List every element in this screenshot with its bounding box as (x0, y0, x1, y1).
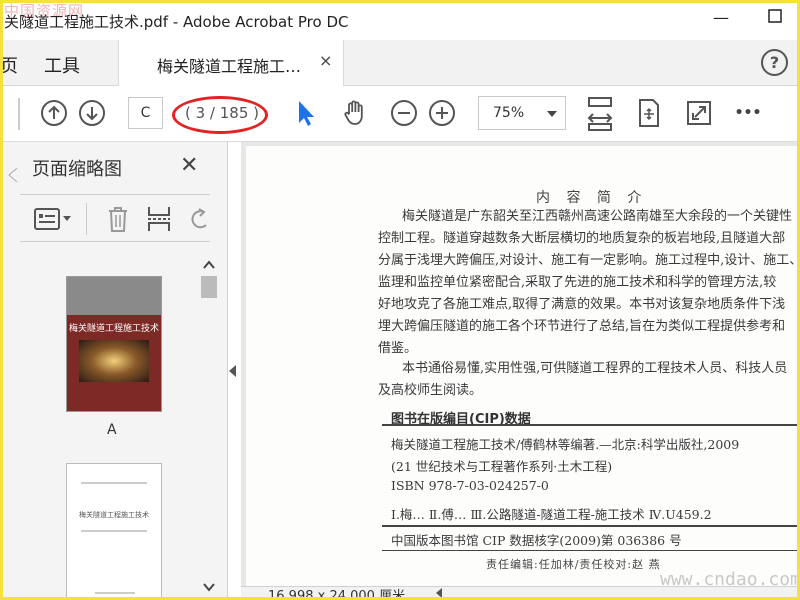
more-tools-button[interactable]: ••• (733, 98, 763, 128)
tab-tools[interactable]: 工具 (44, 52, 80, 78)
cursor-arrow-icon (299, 101, 314, 126)
page-thumbnail-2[interactable]: 梅关隧道工程施工技术 (66, 463, 162, 600)
next-page-button[interactable] (77, 98, 107, 128)
toolbar: ••• (0, 86, 800, 142)
pdf-page: 内 容 简 介 梅关隧道是广东韶关至江西赣州高速公路南雄至大余段的一个关键性 控… (246, 146, 800, 586)
panel-title: 页面缩略图 (32, 159, 122, 180)
collapse-panel-icon[interactable] (229, 365, 236, 377)
rotate-icon[interactable] (188, 205, 210, 233)
page-number-input[interactable]: C (128, 97, 163, 129)
doc-paragraph-line: 及高校师生阅读。 (378, 383, 483, 398)
hand-tool-button[interactable] (340, 98, 370, 128)
doc-paragraph-line: 监理和监控单位紧密配合,采取了先进的施工技术和科学的管理方法,较 (378, 275, 777, 290)
scrollbar-thumb[interactable] (201, 276, 217, 298)
full-screen-button[interactable] (684, 98, 714, 128)
thumbnail-cover-title: 梅关隧道工程施工技术 (68, 324, 159, 334)
zoom-level-value: 75% (493, 105, 525, 121)
doc-paragraph-line: 梅关隧道是广东韶关至江西赣州高速公路南雄至大余段的一个关键性 (402, 209, 793, 224)
cip-line: (21 世纪技术与工程著作系列·土木工程) (391, 459, 613, 474)
scroll-up-icon[interactable] (203, 260, 215, 270)
arrow-up-circle-icon (41, 100, 67, 126)
cip-bottom-rule (382, 550, 800, 551)
trash-icon[interactable] (106, 205, 130, 233)
title-bar: 中国资源网 关隧道工程施工技术.pdf - Adobe Acrobat Pro … (0, 0, 800, 40)
select-tool-button[interactable] (291, 98, 321, 128)
hand-icon (344, 100, 363, 125)
plus-circle-icon (429, 100, 455, 126)
thumbnail-label: A (107, 422, 117, 438)
doc-paragraph-line: 借鉴。 (378, 341, 418, 356)
zoom-level-dropdown[interactable]: 75% (478, 96, 566, 130)
doc-paragraph-line: 本书通俗易懂,实用性强,可供隧道工程界的工程技术人员、科技人员 (402, 361, 788, 376)
fit-width-icon (587, 97, 613, 131)
tab-home[interactable]: 页 (0, 52, 18, 78)
page-size-label: 16.998 x 24.000 厘米 (268, 589, 406, 600)
page-rotate-icon (639, 99, 659, 127)
cip-line: Ⅰ.梅… Ⅱ.傅… Ⅲ.公路隧道-隧道工程-施工技术 Ⅳ.U459.2 (391, 507, 712, 522)
red-annotation-circle (172, 96, 268, 134)
cip-line: ISBN 978-7-03-024257-0 (391, 478, 549, 493)
expand-icon (687, 101, 711, 125)
panel-toolbar (20, 194, 210, 242)
minimize-button[interactable]: — (708, 8, 734, 27)
cip-line: 梅关隧道工程施工技术/傅鹤林等编著.—北京:科学出版社,2009 (391, 437, 740, 452)
doc-paragraph-line: 分属于浅埋大跨偏压,对设计、施工有一定影响。施工过程中,设计、施工、 (378, 253, 800, 268)
maximize-icon (768, 9, 782, 23)
tab-document[interactable]: 梅关隧道工程施工… × (118, 40, 344, 86)
cip-middle-rule (382, 525, 800, 527)
maximize-button[interactable] (762, 8, 788, 27)
cip-title: 图书在版编目(CIP)数据 (391, 412, 531, 427)
tab-bar: 页 工具 梅关隧道工程施工… × ? (0, 40, 800, 86)
editor-credit: 责任编辑:任加林/责任校对:赵 燕 (486, 558, 661, 571)
panel-close-button[interactable]: ✕ (180, 153, 198, 178)
doc-paragraph-line: 好地攻克了各施工难点,取得了满意的效果。本书对该复杂地质条件下浅 (378, 297, 786, 312)
minus-circle-icon (391, 100, 417, 126)
tab-document-label: 梅关隧道工程施工… (157, 57, 302, 76)
help-icon[interactable]: ? (761, 49, 788, 76)
thumbnail-scrollbar[interactable] (199, 258, 219, 596)
scroll-down-icon[interactable] (203, 582, 215, 592)
options-menu-icon[interactable] (34, 207, 74, 231)
fit-page-button[interactable] (585, 94, 615, 134)
watermark-url: www.cndao.com (660, 569, 800, 590)
thumbnail-page-title: 梅关隧道工程施工技术 (79, 511, 149, 519)
prev-page-button[interactable] (39, 98, 69, 128)
extract-pages-icon[interactable] (146, 205, 172, 233)
panel-toolbar-divider (86, 203, 87, 235)
zoom-out-button[interactable] (389, 98, 419, 128)
tab-close-button[interactable]: × (319, 51, 332, 70)
cip-line: 中国版本图书馆 CIP 数据核字(2009)第 036386 号 (391, 533, 682, 548)
tunnel-image (79, 340, 149, 382)
doc-heading: 内 容 简 介 (536, 190, 648, 206)
doc-paragraph-line: 埋大跨偏压隧道的施工各个环节进行了总结,旨在为类似工程提供参考和 (378, 319, 786, 334)
zoom-in-button[interactable] (427, 98, 457, 128)
rotate-view-button[interactable] (634, 98, 664, 128)
arrow-down-circle-icon (79, 100, 105, 126)
scroll-left-icon[interactable] (436, 588, 442, 598)
toolbar-divider (18, 98, 20, 130)
page-thumbnail-1[interactable]: 梅关隧道工程施工技术 (66, 276, 162, 412)
doc-paragraph-line: 控制工程。隧道穿越数条大断层横切的地质复杂的板岩地段,且隧道大部 (378, 231, 786, 246)
window-title: 关隧道工程施工技术.pdf - Adobe Acrobat Pro DC (4, 13, 349, 31)
panel-pointer-icon (8, 168, 18, 182)
chevron-down-icon (547, 111, 557, 117)
